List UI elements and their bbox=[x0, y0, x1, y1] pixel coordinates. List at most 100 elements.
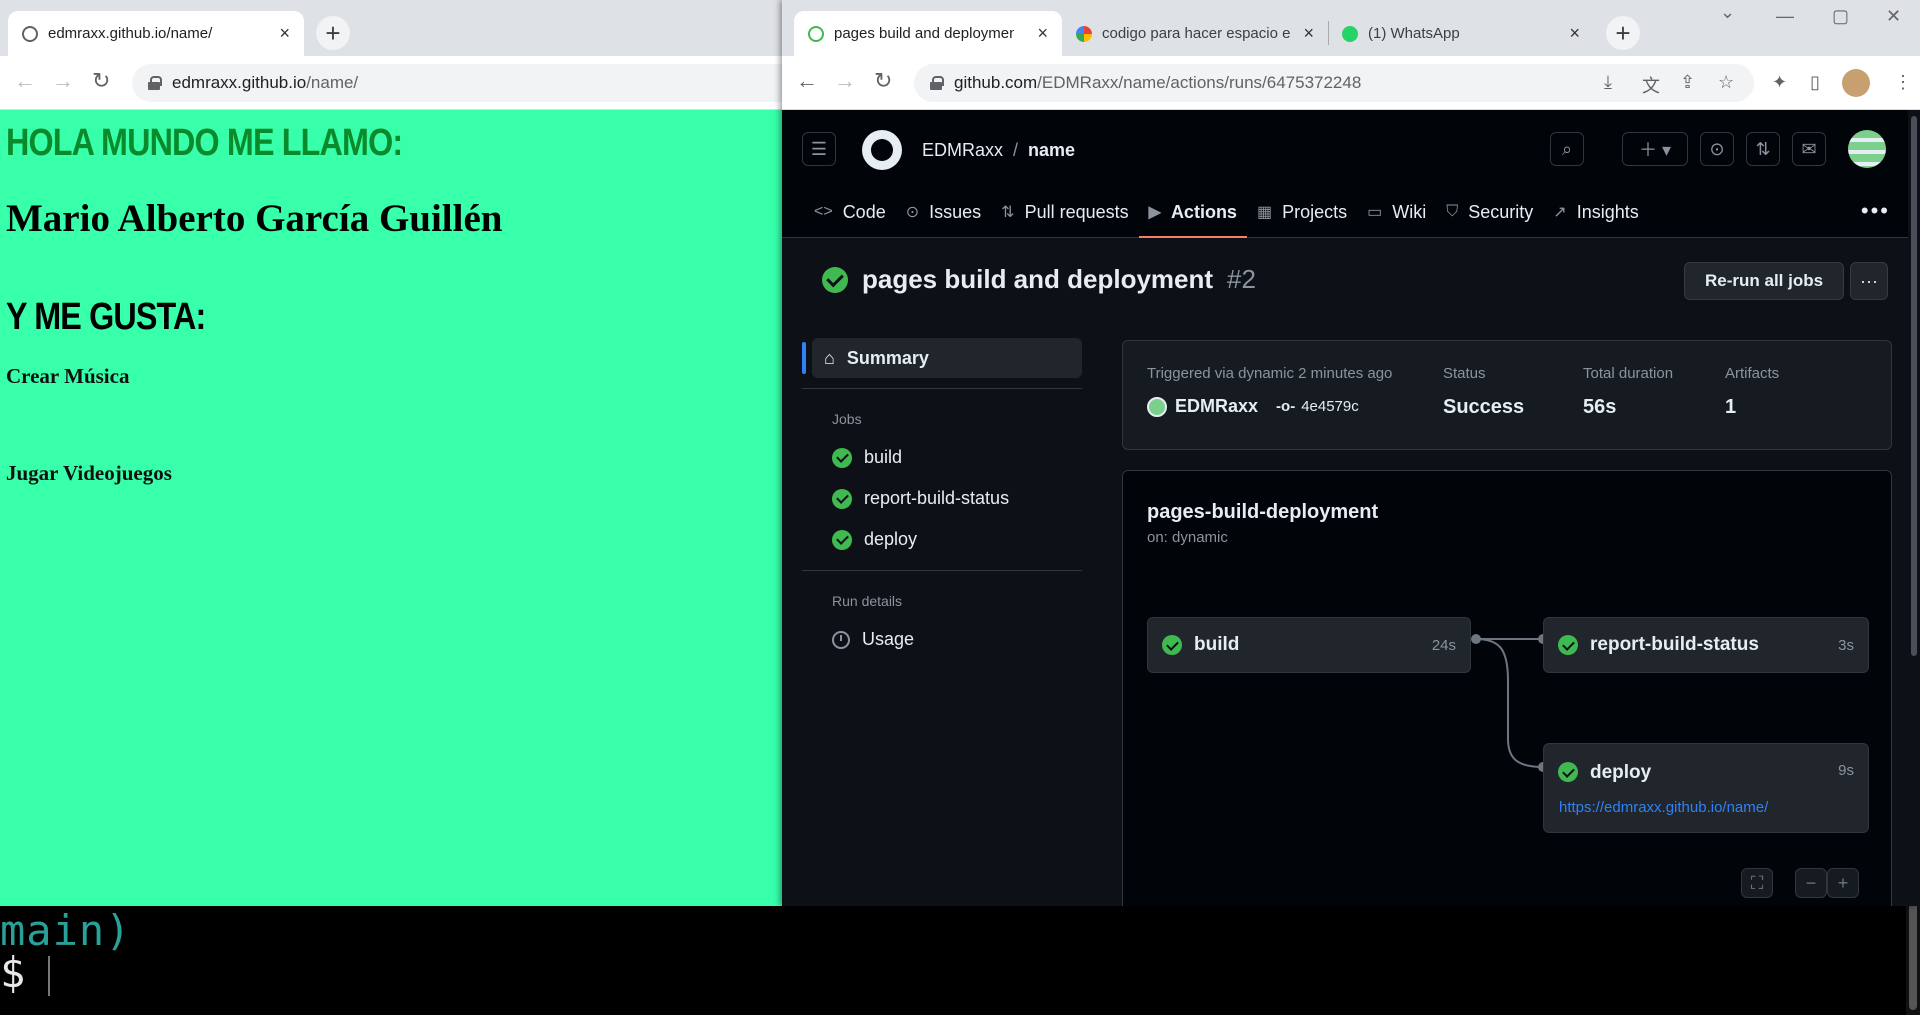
sidebar-job-report-build-status[interactable]: report-build-status bbox=[802, 478, 1082, 519]
sidebar-icon[interactable]: ▯ bbox=[1810, 72, 1820, 93]
page-heading-gusta: Y ME GUSTA: bbox=[6, 296, 206, 338]
divider bbox=[802, 570, 1082, 571]
divider bbox=[802, 388, 1082, 389]
run-sidebar: ⌂ Summary Jobs build report-build-status… bbox=[802, 338, 1082, 660]
tab-actions[interactable]: ▶ Actions bbox=[1138, 186, 1248, 238]
jobs-section-label: Jobs bbox=[832, 411, 862, 427]
duration-value: 56s bbox=[1583, 396, 1617, 418]
page-scrollbar[interactable] bbox=[1908, 110, 1920, 906]
tab-security[interactable]: ⛉ Security bbox=[1436, 186, 1543, 238]
zoom-in-icon[interactable]: + bbox=[1827, 868, 1859, 898]
tab-insights[interactable]: ↗ Insights bbox=[1543, 186, 1648, 238]
chevron-down-icon[interactable]: ⌄ bbox=[1720, 2, 1735, 23]
fullscreen-icon[interactable]: ⛶ bbox=[1741, 868, 1773, 898]
tab-edmraxx-page[interactable]: edmraxx.github.io/name/ × bbox=[8, 11, 304, 56]
tab-title: codigo para hacer espacio e bbox=[1102, 25, 1291, 42]
workflow-node-report-build-status[interactable]: report-build-status 3s bbox=[1543, 617, 1869, 673]
table-icon: ▦ bbox=[1256, 204, 1273, 221]
download-icon[interactable]: ⤓ bbox=[1604, 72, 1612, 93]
reload-icon[interactable]: ↻ bbox=[874, 68, 892, 94]
sidebar-job-build[interactable]: build bbox=[802, 437, 1082, 478]
page-content: HOLA MUNDO ME LLAMO: Mario Alberto Garcí… bbox=[0, 110, 790, 906]
repo-link[interactable]: name bbox=[1028, 140, 1075, 161]
reload-icon[interactable]: ↻ bbox=[92, 68, 110, 94]
url-host: edmraxx.github.io bbox=[172, 73, 307, 92]
workflow-node-deploy[interactable]: deploy 9s bbox=[1543, 743, 1869, 833]
profile-avatar[interactable] bbox=[1842, 69, 1870, 97]
actor-avatar bbox=[1147, 396, 1167, 417]
usage-label: Usage bbox=[862, 629, 915, 649]
pull-requests-icon[interactable]: ⇅ bbox=[1746, 132, 1780, 166]
workflow-node-build[interactable]: build 24s bbox=[1147, 617, 1471, 673]
address-bar[interactable]: github.com/EDMRaxx/name/actions/runs/647… bbox=[914, 64, 1754, 102]
commit-link[interactable]: 4e4579c bbox=[1301, 398, 1359, 415]
pull-request-icon: ⇅ bbox=[1001, 204, 1015, 221]
tab-whatsapp[interactable]: (1) WhatsApp × bbox=[1328, 11, 1594, 56]
node-label: deploy bbox=[1590, 762, 1652, 783]
more-nav-icon[interactable]: ••• bbox=[1861, 198, 1890, 224]
share-icon[interactable]: ⇪ bbox=[1680, 72, 1695, 93]
breadcrumb-separator: / bbox=[1013, 140, 1019, 160]
tab-projects[interactable]: ▦ Projects bbox=[1247, 186, 1357, 238]
new-tab-button[interactable]: + bbox=[1606, 16, 1640, 50]
back-icon[interactable]: ← bbox=[14, 68, 36, 94]
run-name: pages build and deployment bbox=[862, 264, 1214, 294]
forward-icon[interactable]: → bbox=[834, 68, 856, 94]
workflow-graph-card: pages-build-deployment on: dynamic build… bbox=[1122, 470, 1892, 906]
terminal-prompt: $ bbox=[0, 948, 26, 997]
sidebar-job-deploy[interactable]: deploy bbox=[802, 519, 1082, 560]
browser-toolbar: ← → ↻ edmraxx.github.io/name/ bbox=[0, 56, 790, 110]
tab-pages-build[interactable]: pages build and deployment × bbox=[794, 11, 1062, 56]
tab-strip: edmraxx.github.io/name/ × + bbox=[0, 0, 790, 56]
node-label: build bbox=[1194, 634, 1240, 655]
duration-label: Total duration bbox=[1583, 365, 1674, 382]
translate-icon[interactable]: 文 bbox=[1642, 72, 1660, 98]
status-value: Success bbox=[1443, 396, 1525, 418]
shield-icon: ⛉ bbox=[1446, 203, 1459, 220]
issues-icon[interactable]: ⊙ bbox=[1700, 132, 1734, 166]
success-check-icon bbox=[822, 266, 848, 293]
node-duration: 24s bbox=[1431, 636, 1456, 654]
close-icon[interactable]: × bbox=[1303, 23, 1314, 44]
close-icon[interactable]: × bbox=[1037, 23, 1048, 44]
back-icon[interactable]: ← bbox=[796, 68, 818, 94]
extensions-icon[interactable]: ✦ bbox=[1772, 72, 1787, 93]
maximize-icon[interactable]: ▢ bbox=[1832, 6, 1849, 27]
user-avatar[interactable] bbox=[1848, 130, 1886, 168]
menu-dots-icon[interactable]: ⋮ bbox=[1894, 72, 1912, 93]
deploy-url-link[interactable]: https://edmraxx.github.io/name/ bbox=[1559, 799, 1768, 816]
close-icon[interactable]: × bbox=[279, 23, 290, 44]
node-duration: 3s bbox=[1838, 636, 1854, 654]
hamburger-menu-icon[interactable]: ☰ bbox=[802, 132, 836, 166]
close-window-icon[interactable]: ✕ bbox=[1886, 6, 1901, 27]
zoom-out-icon[interactable]: − bbox=[1795, 868, 1827, 898]
create-new-icon[interactable]: ＋ ▾ bbox=[1622, 132, 1688, 166]
tab-google-search[interactable]: codigo para hacer espacio e × bbox=[1062, 11, 1328, 56]
forward-icon[interactable]: → bbox=[52, 68, 74, 94]
tab-code[interactable]: <> Code bbox=[804, 186, 896, 238]
close-icon[interactable]: × bbox=[1569, 23, 1580, 44]
tab-pull-requests[interactable]: ⇅ Pull requests bbox=[991, 186, 1138, 238]
tab-issues[interactable]: ⊙ Issues bbox=[896, 186, 991, 238]
search-icon[interactable]: ⌕ bbox=[1550, 132, 1584, 166]
address-bar[interactable]: edmraxx.github.io/name/ bbox=[132, 64, 790, 102]
repo-nav: <> Code ⊙ Issues ⇅ Pull requests ▶ Actions ▦… bbox=[804, 186, 1649, 238]
success-check-icon bbox=[1162, 635, 1182, 655]
rerun-all-jobs-button[interactable]: Re-run all jobs bbox=[1684, 262, 1845, 300]
minimize-icon[interactable]: — bbox=[1776, 6, 1794, 27]
sidebar-item-summary[interactable]: ⌂ Summary bbox=[802, 338, 1082, 378]
github-logo-icon[interactable] bbox=[862, 130, 902, 170]
inbox-icon[interactable]: ✉ bbox=[1792, 132, 1826, 166]
sidebar-item-usage[interactable]: Usage bbox=[802, 619, 1082, 660]
owner-link[interactable]: EDMRaxx bbox=[922, 140, 1003, 161]
tab-title: edmraxx.github.io/name/ bbox=[48, 25, 213, 42]
run-more-options-button[interactable]: ··· bbox=[1850, 262, 1888, 300]
star-icon[interactable]: ☆ bbox=[1718, 72, 1734, 93]
artifacts-value[interactable]: 1 bbox=[1725, 396, 1779, 419]
hobby-item: Crear Música bbox=[6, 364, 130, 388]
terminal-cursor bbox=[48, 956, 50, 996]
actor-link[interactable]: EDMRaxx bbox=[1175, 396, 1258, 417]
run-title: pages build and deployment #2 bbox=[822, 264, 1256, 295]
new-tab-button[interactable]: + bbox=[316, 16, 350, 50]
tab-wiki[interactable]: ▭ Wiki bbox=[1357, 186, 1436, 238]
